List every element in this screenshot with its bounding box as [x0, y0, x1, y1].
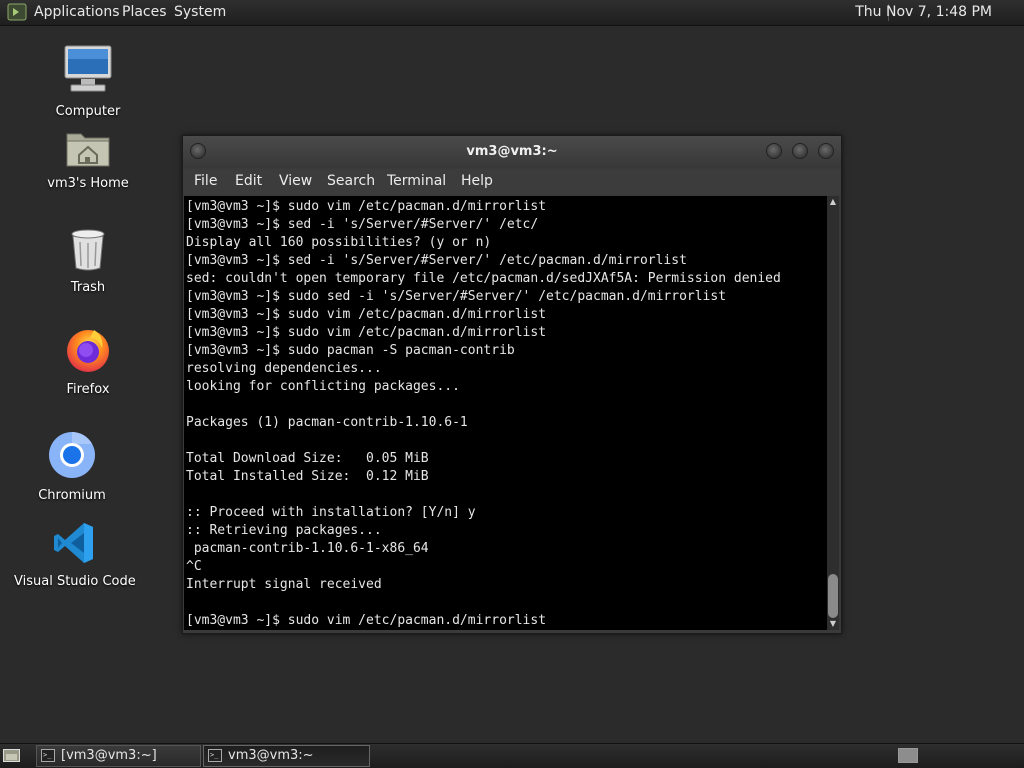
home-folder-icon: [66, 133, 110, 167]
desktop-icon-label: Trash: [70, 280, 106, 295]
scrollbar[interactable]: ▲ ▼: [827, 196, 839, 630]
top-panel: Applications Places System Thu Nov 7, 1:…: [0, 0, 1024, 26]
taskbar-item-label: vm3@vm3:~: [228, 748, 314, 763]
places-menu[interactable]: Places: [122, 4, 167, 20]
desktop-icon-label: vm3's Home: [47, 176, 129, 191]
taskbar-item-active[interactable]: >_ vm3@vm3:~: [203, 745, 370, 767]
trash-icon: [71, 229, 105, 271]
desktop-icon-home[interactable]: vm3's Home: [38, 128, 138, 191]
desktop-icon-chromium[interactable]: Chromium: [22, 430, 122, 503]
computer-icon: [64, 45, 112, 92]
desktop-icon-label: Firefox: [66, 382, 110, 397]
menu-search[interactable]: Search: [327, 173, 375, 189]
firefox-icon: [67, 330, 109, 372]
terminal-output[interactable]: [vm3@vm3 ~]$ sudo vim /etc/pacman.d/mirr…: [184, 196, 827, 630]
menu-help[interactable]: Help: [461, 173, 493, 189]
bottom-panel: >_ [vm3@vm3:~] >_ vm3@vm3:~: [0, 743, 1024, 768]
close-button[interactable]: [818, 143, 834, 159]
menu-terminal[interactable]: Terminal: [387, 173, 446, 189]
distro-logo-icon[interactable]: [7, 3, 27, 21]
workspace-switcher[interactable]: [898, 748, 918, 763]
taskbar-item[interactable]: >_ [vm3@vm3:~]: [36, 745, 201, 767]
scrollbar-thumb[interactable]: [828, 574, 838, 618]
menu-view[interactable]: View: [279, 173, 312, 189]
desktop-icon-computer[interactable]: Computer: [38, 44, 138, 119]
desktop-icon-trash[interactable]: Trash: [38, 228, 138, 295]
chromium-icon: [49, 432, 95, 478]
menu-file[interactable]: File: [194, 173, 217, 189]
scroll-down-arrow-icon[interactable]: ▼: [827, 618, 839, 630]
window-title: vm3@vm3:~: [466, 144, 558, 159]
desktop-icon-label: Computer: [55, 104, 121, 119]
terminal-icon: >_: [208, 749, 222, 762]
show-desktop-icon[interactable]: [3, 748, 20, 763]
titlebar[interactable]: vm3@vm3:~: [183, 136, 841, 168]
clock[interactable]: Thu Nov 7, 1:48 PM: [855, 4, 992, 20]
desktop-icon-label: Chromium: [38, 488, 106, 503]
applications-menu[interactable]: Applications: [34, 4, 120, 20]
terminal-icon: >_: [41, 749, 55, 762]
vscode-icon: [54, 523, 93, 563]
system-menu[interactable]: System: [174, 4, 226, 20]
desktop-icon-vscode[interactable]: Visual Studio Code: [14, 520, 136, 589]
desktop-icon-label: Visual Studio Code: [14, 574, 136, 589]
terminal-window[interactable]: vm3@vm3:~ File Edit View Search Terminal…: [182, 135, 842, 634]
taskbar-item-label: [vm3@vm3:~]: [61, 748, 157, 763]
terminal-menubar: File Edit View Search Terminal Help: [183, 169, 841, 195]
maximize-button[interactable]: [792, 143, 808, 159]
menu-edit[interactable]: Edit: [235, 173, 262, 189]
minimize-button[interactable]: [766, 143, 782, 159]
scroll-up-arrow-icon[interactable]: ▲: [827, 196, 839, 208]
terminal-text: [vm3@vm3 ~]$ sudo vim /etc/pacman.d/mirr…: [186, 199, 781, 628]
desktop-icon-firefox[interactable]: Firefox: [38, 326, 138, 397]
